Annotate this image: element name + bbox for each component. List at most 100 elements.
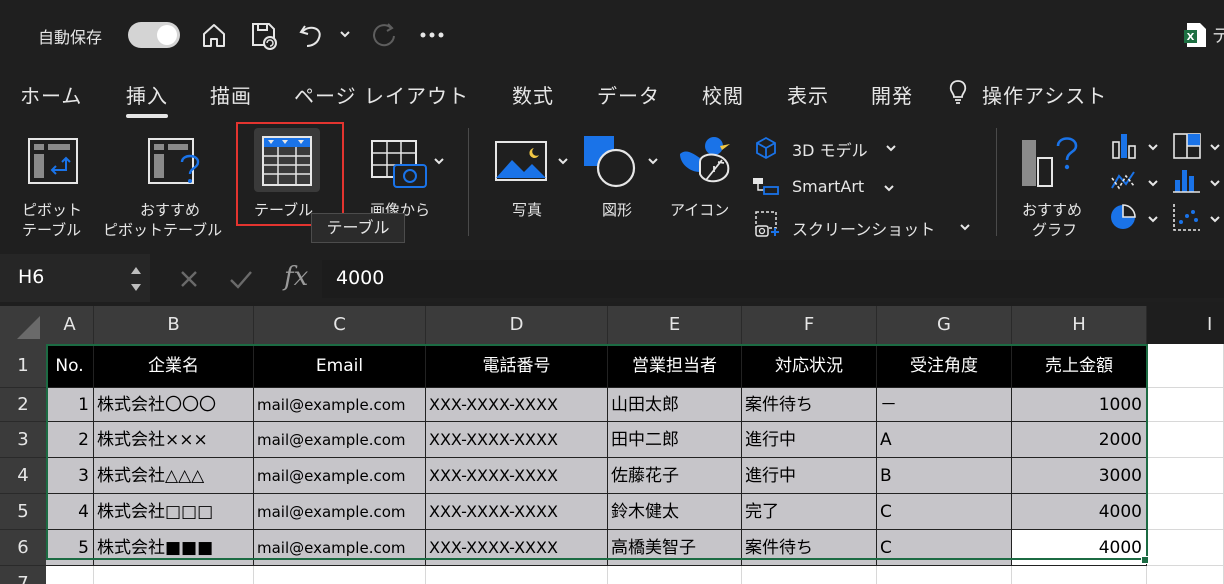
row-header[interactable]: 2	[0, 388, 46, 422]
empty-cell[interactable]	[742, 566, 877, 584]
scatter-chart-icon[interactable]	[1172, 202, 1202, 232]
function-icon[interactable]: fx	[284, 262, 308, 292]
table-cell[interactable]: 株式会社■■■	[94, 530, 254, 566]
table-cell[interactable]: mail@example.com	[254, 422, 426, 458]
table-cell[interactable]: 案件待ち	[742, 388, 877, 422]
lightbulb-icon[interactable]	[946, 78, 970, 106]
row-header[interactable]: 6	[0, 530, 46, 566]
table-cell[interactable]: XXX-XXXX-XXXX	[426, 530, 608, 566]
empty-cell[interactable]	[46, 566, 94, 584]
table-cell[interactable]: 案件待ち	[742, 530, 877, 566]
table-cell[interactable]: C	[877, 494, 1012, 530]
column-chart-icon[interactable]	[1110, 132, 1140, 160]
table-cell[interactable]: B	[877, 458, 1012, 494]
name-box-stepper-icon[interactable]	[128, 262, 144, 296]
column-header-col-h[interactable]: H	[1012, 306, 1147, 344]
column-header-col-f[interactable]: F	[742, 306, 877, 344]
column-header-col-i[interactable]: I	[1147, 306, 1224, 344]
table-cell[interactable]: 株式会社〇〇〇	[94, 388, 254, 422]
table-cell[interactable]: XXX-XXXX-XXXX	[426, 494, 608, 530]
table-cell[interactable]: XXX-XXXX-XXXX	[426, 458, 608, 494]
enter-icon[interactable]	[228, 268, 254, 290]
table-cell[interactable]: 佐藤花子	[608, 458, 742, 494]
column-header-col-d[interactable]: D	[426, 306, 608, 344]
table-cell[interactable]: 山田太郎	[608, 388, 742, 422]
cancel-icon[interactable]	[178, 268, 200, 290]
table-header-cell[interactable]: 受注角度	[877, 344, 1012, 388]
table-header-cell[interactable]: 営業担当者	[608, 344, 742, 388]
tab-developer[interactable]: 開発	[871, 80, 913, 109]
line-chart-dropdown-icon[interactable]	[1146, 176, 1160, 190]
row-header[interactable]: 1	[0, 344, 46, 388]
column-header-col-g[interactable]: G	[877, 306, 1012, 344]
table-cell[interactable]: 進行中	[742, 422, 877, 458]
table-cell[interactable]: 1000	[1012, 388, 1147, 422]
row-header[interactable]: 3	[0, 422, 46, 458]
hierarchy-chart-dropdown-icon[interactable]	[1208, 140, 1222, 154]
table-cell[interactable]: 田中二郎	[608, 422, 742, 458]
scatter-chart-dropdown-icon[interactable]	[1208, 212, 1222, 226]
table-cell[interactable]: 株式会社×××	[94, 422, 254, 458]
fill-handle[interactable]	[1141, 556, 1149, 564]
table-header-cell[interactable]: 対応状況	[742, 344, 877, 388]
table-cell[interactable]: 進行中	[742, 458, 877, 494]
hierarchy-chart-icon[interactable]	[1172, 132, 1202, 160]
column-chart-dropdown-icon[interactable]	[1146, 140, 1160, 154]
tab-draw[interactable]: 描画	[210, 80, 252, 109]
autosave-toggle[interactable]	[128, 22, 180, 48]
empty-cell[interactable]	[1147, 494, 1224, 530]
table-header-cell[interactable]: 企業名	[94, 344, 254, 388]
table-cell[interactable]: mail@example.com	[254, 530, 426, 566]
undo-icon[interactable]	[296, 18, 328, 52]
table-cell[interactable]: 1	[46, 388, 94, 422]
more-icon[interactable]	[416, 18, 448, 52]
table-header-cell[interactable]: 電話番号	[426, 344, 608, 388]
table-cell[interactable]: 3000	[1012, 458, 1147, 494]
tab-home[interactable]: ホーム	[20, 80, 82, 109]
empty-cell[interactable]	[1147, 388, 1224, 422]
empty-cell[interactable]	[1147, 530, 1224, 566]
table-cell[interactable]: A	[877, 422, 1012, 458]
row-header[interactable]: 7	[0, 566, 46, 584]
table-cell[interactable]: mail@example.com	[254, 388, 426, 422]
pie-chart-icon[interactable]	[1108, 202, 1140, 232]
undo-dropdown-icon[interactable]	[338, 27, 352, 41]
empty-cell[interactable]	[877, 566, 1012, 584]
table-cell[interactable]: mail@example.com	[254, 494, 426, 530]
empty-cell[interactable]	[254, 566, 426, 584]
pie-chart-dropdown-icon[interactable]	[1146, 212, 1160, 226]
table-cell[interactable]: 3	[46, 458, 94, 494]
empty-cell[interactable]	[1147, 344, 1224, 388]
table-cell[interactable]: 高橋美智子	[608, 530, 742, 566]
tab-formulas[interactable]: 数式	[512, 80, 554, 109]
table-cell[interactable]: 4000	[1012, 494, 1147, 530]
line-chart-icon[interactable]	[1110, 168, 1140, 194]
table-cell[interactable]: 完了	[742, 494, 877, 530]
table-cell[interactable]: 5	[46, 530, 94, 566]
statistic-chart-dropdown-icon[interactable]	[1208, 176, 1222, 190]
empty-cell[interactable]	[1147, 458, 1224, 494]
empty-cell[interactable]	[608, 566, 742, 584]
table-cell[interactable]: 株式会社△△△	[94, 458, 254, 494]
table-cell[interactable]: －	[877, 388, 1012, 422]
tab-data[interactable]: データ	[597, 80, 660, 109]
tab-review[interactable]: 校閲	[702, 80, 744, 109]
empty-cell[interactable]	[426, 566, 608, 584]
formula-input[interactable]: 4000	[322, 260, 1224, 298]
table-cell[interactable]: 4	[46, 494, 94, 530]
empty-cell[interactable]	[1147, 566, 1224, 584]
column-header-col-b[interactable]: B	[94, 306, 254, 344]
table-cell[interactable]: mail@example.com	[254, 458, 426, 494]
tab-page-layout[interactable]: ページ レイアウト	[294, 80, 469, 109]
table-cell[interactable]: 2000	[1012, 422, 1147, 458]
redo-icon[interactable]	[368, 18, 400, 52]
empty-cell[interactable]	[94, 566, 254, 584]
row-header[interactable]: 4	[0, 458, 46, 494]
name-box[interactable]: H6	[0, 254, 150, 302]
tab-tell-me[interactable]: 操作アシスト	[982, 80, 1107, 109]
tab-view[interactable]: 表示	[787, 80, 829, 109]
column-header-col-c[interactable]: C	[254, 306, 426, 344]
table-header-cell[interactable]: No.	[46, 344, 94, 388]
table-cell[interactable]: XXX-XXXX-XXXX	[426, 388, 608, 422]
column-header-col-a[interactable]: A	[46, 306, 94, 344]
